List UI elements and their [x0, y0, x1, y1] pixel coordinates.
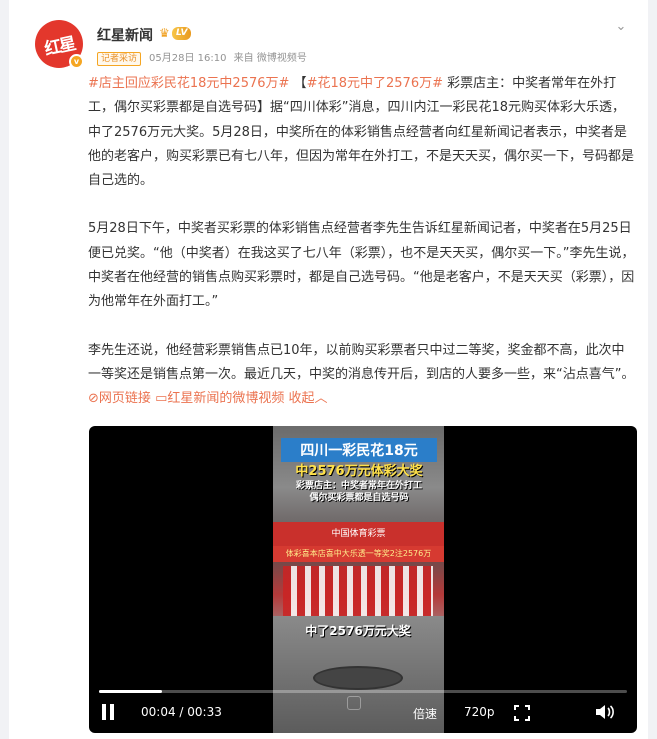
time-display: 00:04 / 00:33	[141, 705, 222, 719]
drum-band-scene	[283, 566, 433, 616]
crown-icon: ♛	[159, 26, 170, 40]
hashtag-link[interactable]: #店主回应彩民花18元中2576万#	[88, 76, 289, 91]
web-link[interactable]: ⊘网页链接	[88, 391, 151, 406]
video-player[interactable]: 四川一彩民花18元 中2576万元体彩大奖 彩票店主：中奖者常年在外打工 偶尔买…	[89, 426, 637, 733]
verified-badge-icon: v	[69, 54, 84, 69]
video-title-line1: 四川一彩民花18元	[281, 438, 437, 462]
video-controls: 00:04 / 00:33 倍速 720p	[89, 701, 637, 725]
post-header: 红星 v 红星新闻 ♛ LV 记者采访 05月28日 16:10 来自 微博视频…	[35, 20, 628, 69]
post-body: #店主回应彩民花18元中2576万# 【#花18元中了2576万# 彩票店主：中…	[88, 72, 636, 412]
author-name[interactable]: 红星新闻	[97, 25, 153, 45]
celebration-banner: 体彩喜本店喜中大乐透一等奖2注2576万	[273, 546, 444, 562]
paragraph-1: #店主回应彩民花18元中2576万# 【#花18元中了2576万# 彩票店主：中…	[88, 72, 636, 193]
speed-button[interactable]: 倍速	[413, 705, 437, 722]
volume-icon[interactable]	[595, 704, 615, 720]
video-subtitle: 彩票店主：中奖者常年在外打工 偶尔买彩票都是自选号码	[295, 481, 422, 503]
post-meta: 05月28日 16:10 来自 微博视频号	[149, 52, 311, 66]
paragraph-text: 李先生还说，他经营彩票销售点已10年，以前购买彩票者只中过二等奖，奖金都不高，此…	[88, 342, 635, 382]
manhole-cover	[313, 666, 403, 690]
hashtag-link[interactable]: #花18元中了2576万#	[307, 76, 443, 91]
paragraph-3: 李先生还说，他经营彩票销售点已10年，以前购买彩票者只中过二等奖，奖金都不高，此…	[88, 339, 636, 412]
video-frame[interactable]: 四川一彩民花18元 中2576万元体彩大奖 彩票店主：中奖者常年在外打工 偶尔买…	[273, 426, 444, 733]
progress-fill	[99, 690, 163, 693]
video-caption: 中了2576万元大奖	[305, 624, 411, 638]
reporter-tag: 记者采访	[97, 52, 142, 66]
video-link[interactable]: ▭红星新闻的微博视频	[155, 391, 284, 406]
bracket-open: 【	[293, 76, 307, 91]
progress-bar[interactable]	[99, 690, 627, 693]
pause-icon[interactable]	[101, 704, 115, 720]
fullscreen-icon[interactable]	[514, 705, 530, 721]
level-badge: LV	[172, 27, 192, 40]
link-icon: ⊘	[88, 391, 99, 407]
post-date[interactable]: 05月28日 16:10	[149, 53, 226, 64]
paragraph-2: 5月28日下午，中奖者买彩票的体彩销售点经营者李先生告诉红星新闻记者，中奖者在5…	[88, 221, 635, 310]
video-icon: ▭	[155, 391, 168, 407]
chevron-down-icon[interactable]: ⌄	[614, 20, 628, 34]
paragraph-text: 彩票店主：中奖者常年在外打工，偶尔买彩票都是自选号码】据“四川体彩”消息，四川内…	[88, 76, 635, 189]
collapse-button[interactable]: 收起︿	[289, 391, 328, 406]
weibo-post-card: 红星 v 红星新闻 ♛ LV 记者采访 05月28日 16:10 来自 微博视频…	[9, 0, 648, 739]
chevron-up-icon: ︿	[314, 391, 328, 407]
post-source: 来自 微博视频号	[233, 53, 307, 64]
shop-sign: 中国体育彩票	[273, 522, 444, 546]
resolution-button[interactable]: 720p	[464, 705, 495, 719]
video-title-line2: 中2576万元体彩大奖	[295, 464, 423, 479]
